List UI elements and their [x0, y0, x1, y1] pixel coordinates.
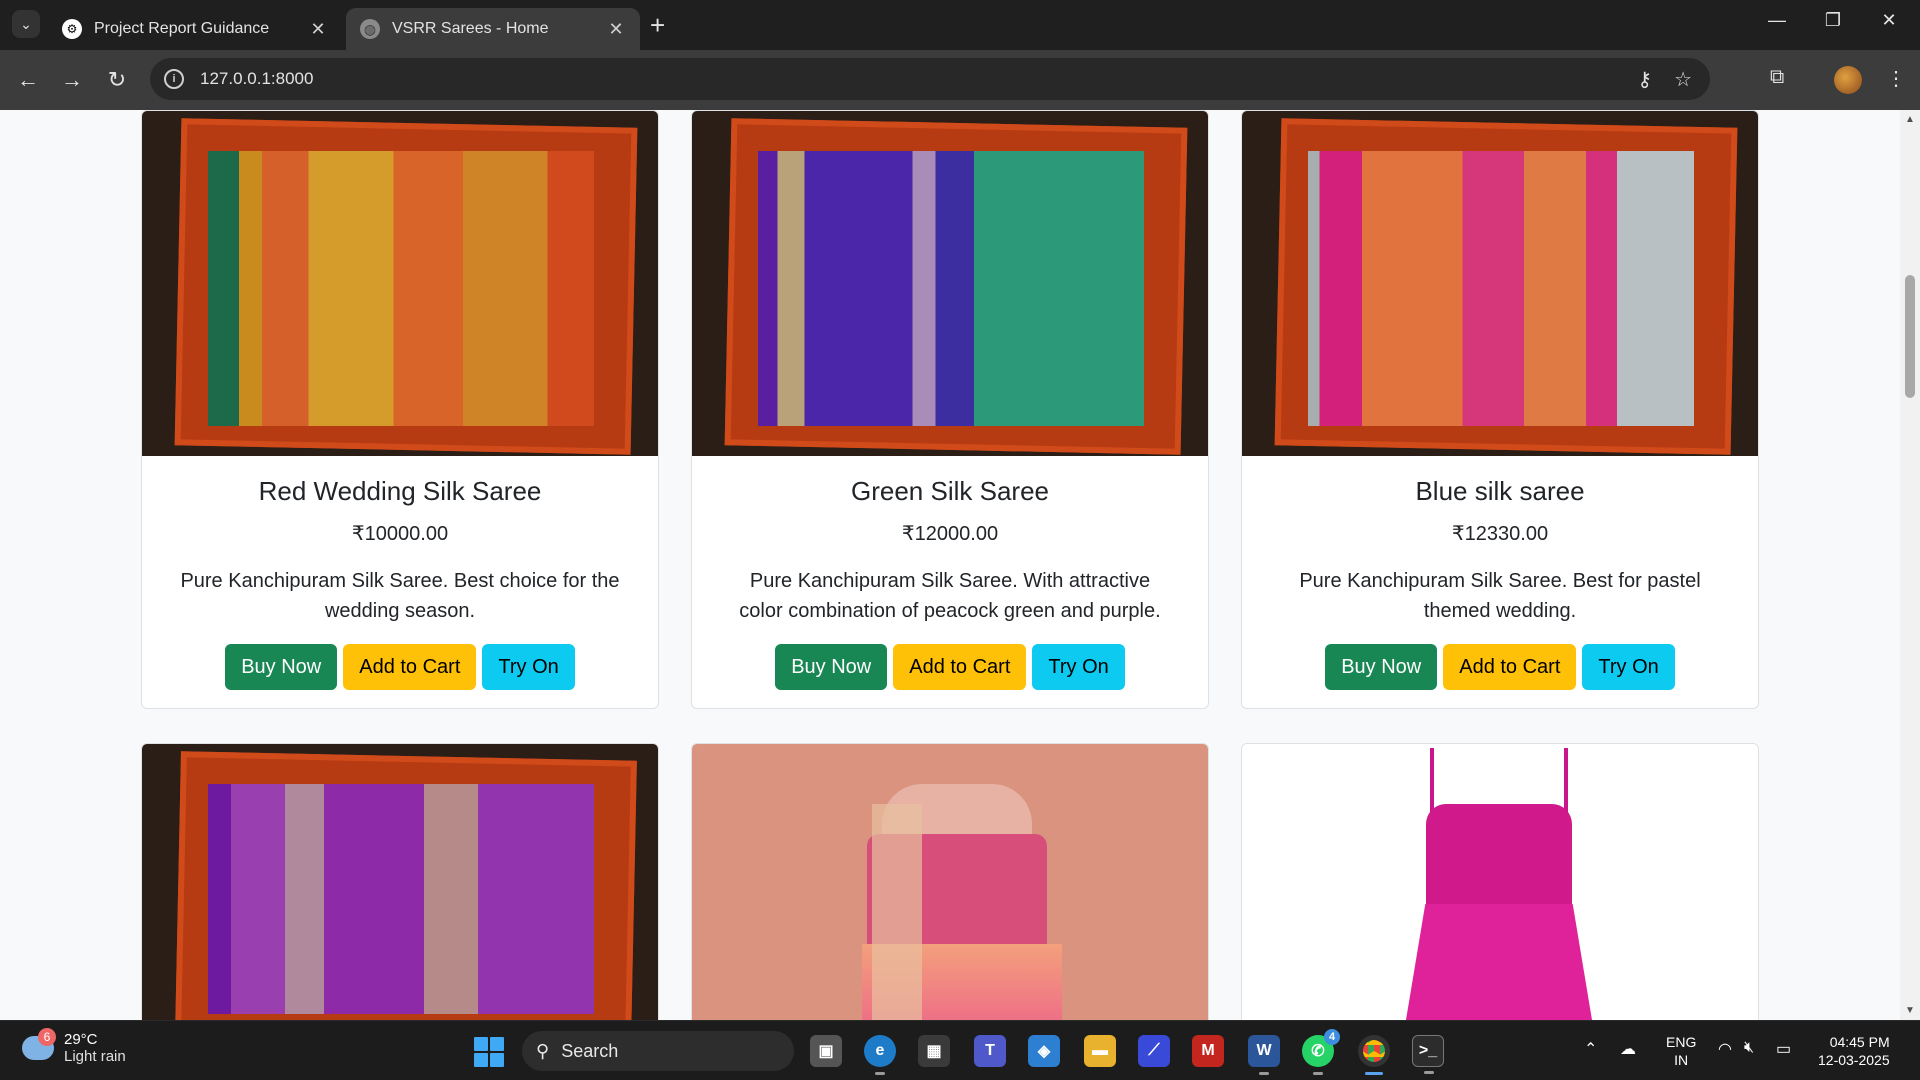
product-image — [692, 744, 1208, 1020]
buy-now-button[interactable]: Buy Now — [1325, 644, 1438, 690]
scrollbar-thumb[interactable] — [1905, 275, 1915, 398]
product-card: Blue silk saree ₹12330.00 Pure Kanchipur… — [1241, 110, 1759, 709]
page-viewport: Red Wedding Silk Saree ₹10000.00 Pure Ka… — [0, 110, 1900, 1020]
tab-search-button[interactable]: ⌄ — [12, 10, 40, 38]
product-card — [141, 743, 659, 1020]
bookmark-star-icon[interactable]: ☆ — [1674, 67, 1692, 92]
add-to-cart-button[interactable]: Add to Cart — [1443, 644, 1577, 690]
openai-icon: ⚙ — [62, 19, 82, 39]
close-icon[interactable]: ✕ — [606, 19, 626, 40]
whatsapp-badge: 4 — [1324, 1029, 1340, 1045]
teams-icon[interactable]: T — [974, 1035, 1006, 1067]
forward-arrow-icon[interactable]: → — [58, 66, 86, 94]
file-explorer-icon[interactable]: ▬ — [1084, 1035, 1116, 1067]
edge-icon[interactable]: e — [864, 1035, 896, 1075]
lang-line1: ENG — [1666, 1034, 1697, 1050]
weather-temp: 29°C — [64, 1031, 98, 1048]
new-tab-button[interactable]: + — [650, 12, 665, 38]
site-info-icon[interactable]: i — [164, 69, 184, 89]
product-description: Pure Kanchipuram Silk Saree. Best choice… — [180, 570, 620, 622]
product-title: Blue silk saree — [1415, 476, 1585, 506]
page-scrollbar[interactable]: ▲ ▼ — [1900, 110, 1920, 1020]
product-title: Green Silk Saree — [851, 476, 1049, 506]
tab-title: Project Report Guidance — [94, 20, 270, 37]
whatsapp-icon[interactable]: ✆ 4 — [1302, 1029, 1340, 1075]
battery-icon[interactable]: ▭ — [1776, 1039, 1791, 1059]
back-arrow-icon[interactable]: ← — [14, 66, 42, 94]
address-bar[interactable]: i 127.0.0.1:8000 ⚷ ☆ — [150, 58, 1710, 100]
product-price: ₹12000.00 — [901, 523, 999, 545]
buy-now-button[interactable]: Buy Now — [225, 644, 338, 690]
scroll-up-icon[interactable]: ▲ — [1905, 114, 1915, 125]
volume-muted-icon[interactable]: 🔇︎ — [1744, 1039, 1754, 1057]
word-icon[interactable]: W — [1248, 1035, 1280, 1075]
product-title: Red Wedding Silk Saree — [258, 476, 542, 506]
tab-vsrr-sarees[interactable]: ◍ VSRR Sarees - Home ✕ — [346, 8, 640, 50]
store-icon[interactable]: ▦ — [918, 1035, 950, 1067]
windows-start-icon[interactable] — [474, 1037, 504, 1067]
clock[interactable]: 04:45 PM 12-03-2025 — [1818, 1033, 1890, 1069]
product-image — [1242, 744, 1758, 1020]
chevron-down-icon: ⌄ — [20, 15, 32, 32]
url-text: 127.0.0.1:8000 — [200, 69, 314, 88]
add-to-cart-button[interactable]: Add to Cart — [343, 644, 477, 690]
search-icon: ⚲ — [536, 1040, 550, 1061]
mcafee-icon[interactable]: M — [1192, 1035, 1224, 1067]
lang-line2: IN — [1674, 1052, 1689, 1068]
product-card: Green Silk Saree ₹12000.00 Pure Kanchipu… — [691, 110, 1209, 709]
extensions-icon[interactable]: ⧉ — [1770, 66, 1784, 89]
browser-toolbar: ← → ↻ i 127.0.0.1:8000 ⚷ ☆ ⧉ ⋮ — [0, 50, 1920, 110]
chrome-icon[interactable] — [1358, 1035, 1390, 1075]
tab-project-report[interactable]: ⚙ Project Report Guidance ✕ — [48, 8, 342, 50]
terminal-icon[interactable]: >_ — [1412, 1035, 1444, 1074]
restore-icon[interactable]: ❐ — [1818, 10, 1848, 31]
product-card: Red Wedding Silk Saree ₹10000.00 Pure Ka… — [141, 110, 659, 709]
tab-title: VSRR Sarees - Home — [392, 20, 549, 37]
scroll-down-icon[interactable]: ▼ — [1905, 1005, 1915, 1016]
taskbar: 6 29°C Light rain ⚲ Search ▣ e ▦ T ◈ ▬ ⟋… — [0, 1020, 1920, 1080]
product-price: ₹12330.00 — [1451, 523, 1549, 545]
search-label: Search — [561, 1040, 619, 1061]
globe-icon: ◍ — [360, 19, 380, 39]
task-view-icon[interactable]: ▣ — [810, 1035, 842, 1067]
vscode-like-icon[interactable]: ⟋ — [1138, 1035, 1170, 1067]
reload-icon[interactable]: ↻ — [103, 66, 131, 94]
taskbar-search[interactable]: ⚲ Search — [522, 1031, 794, 1071]
weather-cloud-icon: 6 — [22, 1028, 56, 1060]
wifi-icon[interactable]: ◠ — [1718, 1039, 1732, 1059]
product-card — [1241, 743, 1759, 1020]
clock-time: 04:45 PM — [1829, 1034, 1890, 1050]
password-key-icon[interactable]: ⚷ — [1637, 67, 1652, 92]
product-price: ₹10000.00 — [351, 523, 449, 545]
menu-dots-icon[interactable]: ⋮ — [1886, 66, 1906, 91]
product-image — [692, 111, 1208, 456]
product-description: Pure Kanchipuram Silk Saree. With attrac… — [739, 570, 1161, 622]
language-indicator[interactable]: ENG IN — [1666, 1033, 1696, 1069]
product-card — [691, 743, 1209, 1020]
buy-now-button[interactable]: Buy Now — [775, 644, 888, 690]
copilot-icon[interactable]: ◈ — [1028, 1035, 1060, 1067]
product-description: Pure Kanchipuram Silk Saree. Best for pa… — [1299, 570, 1701, 622]
chevron-up-icon[interactable]: ⌃ — [1584, 1039, 1597, 1059]
weather-badge: 6 — [38, 1028, 56, 1046]
product-image — [1242, 111, 1758, 456]
profile-avatar[interactable] — [1834, 66, 1862, 94]
try-on-button[interactable]: Try On — [1582, 644, 1675, 690]
minimize-icon[interactable]: — — [1762, 10, 1792, 31]
add-to-cart-button[interactable]: Add to Cart — [893, 644, 1027, 690]
try-on-button[interactable]: Try On — [1032, 644, 1125, 690]
onedrive-icon[interactable]: ☁ — [1620, 1039, 1636, 1059]
try-on-button[interactable]: Try On — [482, 644, 575, 690]
window-close-icon[interactable]: ✕ — [1874, 10, 1904, 31]
clock-date: 12-03-2025 — [1818, 1052, 1890, 1068]
product-image — [142, 111, 658, 456]
weather-widget[interactable]: 6 29°C Light rain — [22, 1028, 126, 1065]
weather-desc: Light rain — [64, 1048, 126, 1065]
close-icon[interactable]: ✕ — [308, 19, 328, 40]
tab-strip: ⌄ ⚙ Project Report Guidance ✕ ◍ VSRR Sar… — [0, 0, 1920, 50]
product-image — [142, 744, 658, 1020]
